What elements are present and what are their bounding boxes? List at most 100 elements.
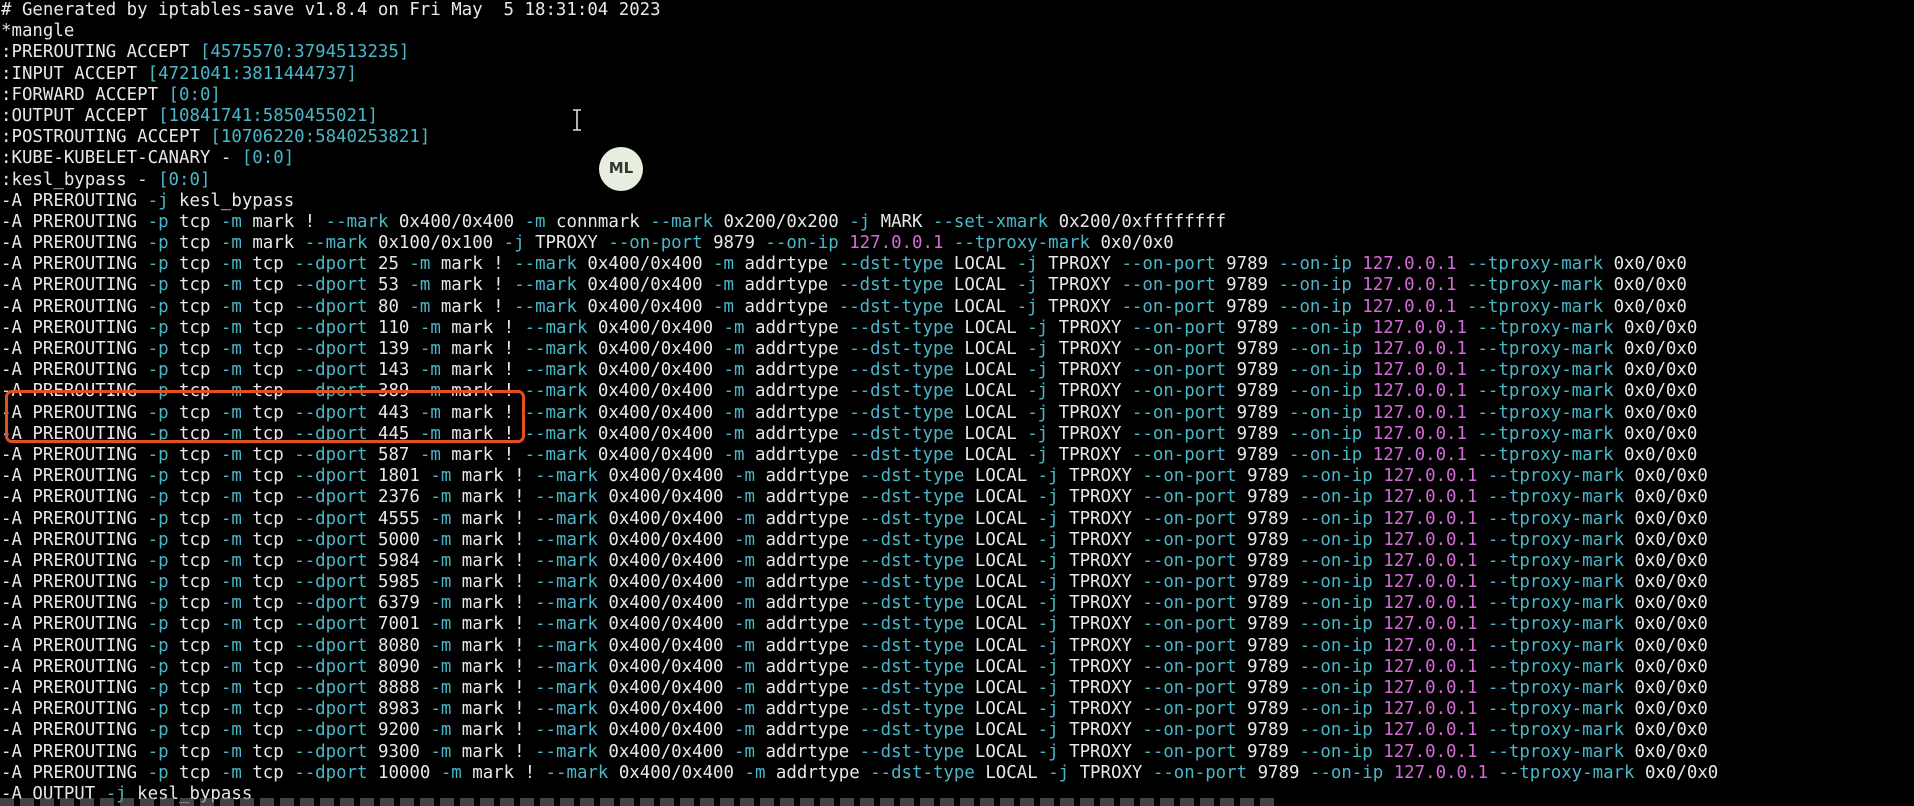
terminal-text-segment: 9789 [1247,762,1310,783]
terminal-text-segment: tcp [241,572,295,593]
terminal-text-segment: -m [220,275,242,296]
terminal-text-segment: --on-ip [1288,402,1363,423]
terminal-text-segment: TPROXY [1058,550,1143,571]
terminal-text-segment: TPROXY [1058,678,1143,698]
terminal-text-segment: -A PREROUTING [1,572,148,593]
terminal-text-segment: --dport [294,296,368,317]
terminal-text-segment: mark ! [451,741,536,762]
terminal-text-segment: -A PREROUTING [1,254,148,275]
terminal-line: -A PREROUTING -p tcp -m tcp --dport 25 -… [1,254,1914,275]
terminal-text-segment: 9789 [1226,423,1289,444]
terminal-text-segment: 1801 [367,466,431,487]
terminal-text-segment: --on-ip [1299,508,1373,529]
terminal-text-segment: 0x400/0x400 [587,360,724,381]
terminal-text-segment: --dst-type [849,444,954,465]
terminal-text-segment: MARK [870,211,933,232]
terminal-text-segment: -j [1037,466,1059,487]
terminal-text-segment: --dport [294,720,368,741]
terminal-text-segment: -m [220,317,242,338]
terminal-text-segment: --on-port [1131,444,1227,465]
text-cursor-icon [572,109,582,131]
terminal-text-segment: 9789 [1236,699,1300,720]
terminal-text-segment: 0x0/0x0 [1603,275,1687,296]
terminal-text-segment: -m [430,720,452,741]
terminal-text-segment: -m [430,508,452,529]
terminal-text-segment: 9789 [1226,339,1289,359]
terminal-text-segment: 0x0/0x0 [1624,572,1708,593]
terminal-text-segment: --on-ip [1299,593,1373,614]
terminal-text-segment: --mark [535,635,598,656]
terminal-text-segment: -j [1037,741,1059,762]
terminal-text-segment: --mark [304,233,368,254]
terminal-text-segment: tcp [168,508,221,529]
terminal-text-segment: tcp [241,762,295,783]
terminal-text-segment: --on-port [1142,466,1237,487]
terminal-text-segment: --on-port [1121,296,1216,317]
terminal-text-segment: 0x400/0x400 [576,296,714,317]
terminal-text-segment: --on-port [1142,678,1237,698]
terminal-text-segment: tcp [241,275,295,296]
terminal-text-segment: TPROXY [1058,466,1143,487]
terminal-text-segment: -A PREROUTING [1,635,148,656]
terminal-text-segment: -A PREROUTING [1,190,148,211]
terminal-text-segment: :PREROUTING ACCEPT [1,42,200,63]
terminal-text-segment: --tproxy-mark [1477,508,1625,529]
terminal-text-segment: --dst-type [859,699,965,720]
terminal-text-segment: --tproxy-mark [1477,635,1625,656]
terminal-text-segment: -m [430,466,452,487]
terminal-text-segment: tcp [168,593,221,614]
terminal-text-segment: tcp [168,339,221,359]
terminal-text-segment: 9789 [1236,466,1300,487]
terminal-text-segment: mark ! [430,254,515,275]
terminal-text-segment: -A PREROUTING [1,444,148,465]
terminal-text-segment: 9789 [1236,741,1300,762]
terminal-text-segment: -m [734,720,755,741]
terminal-text-segment: --mark [535,593,598,614]
terminal-text-segment: --dst-type [859,656,965,677]
terminal-text-segment: --dst-type [859,508,965,529]
terminal-text-segment: 0x400/0x400 [597,487,735,508]
terminal-text-segment: 0x100/0x100 [367,233,504,254]
terminal-text-segment: 9789 [1215,296,1279,317]
terminal-text-segment: 127.0.0.1 [1362,444,1467,465]
avatar[interactable]: ML [599,147,643,191]
terminal-text-segment: 127.0.0.1 [1362,317,1467,338]
terminal-line: :kesl_bypass - [0:0] [1,170,1914,191]
terminal-text-segment: [0:0] [168,84,221,105]
terminal-text-segment: --mark [524,360,588,381]
terminal-text-segment: 9300 [367,741,431,762]
terminal-text-segment: --dst-type [859,529,965,550]
terminal-line: -A PREROUTING -p tcp -m tcp --dport 9200… [1,720,1914,741]
terminal-text-segment: tcp [241,614,295,635]
terminal-text-segment: --tproxy-mark [1477,720,1625,741]
terminal-text-segment: -j [1016,275,1038,296]
terminal-text-segment: 587 [367,444,420,465]
terminal-text-segment: TPROXY [1037,275,1122,296]
terminal-text-segment: -m [419,444,441,465]
terminal-text-segment: --mark [514,275,577,296]
terminal-text-segment: --on-port [1142,741,1237,762]
terminal-text-segment: LOCAL [964,678,1038,698]
terminal-text-segment: LOCAL [964,720,1038,741]
terminal-text-segment: 2376 [367,487,431,508]
terminal-text-segment: 0x0/0x0 [1624,741,1708,762]
terminal-line: -A PREROUTING -p tcp -m mark --mark 0x10… [1,233,1914,254]
terminal-text-segment: 0x400/0x400 [587,317,724,338]
terminal-text-segment: tcp [168,254,221,275]
terminal-text-segment: 0x400/0x400 [576,275,714,296]
terminal-window[interactable]: # Generated by iptables-save v1.8.4 on F… [0,0,1914,806]
terminal-text-segment: --tproxy-mark [1456,296,1604,317]
terminal-text-segment: 0x0/0x0 [1624,678,1708,698]
terminal-text-segment: tcp [241,720,295,741]
terminal-text-segment: --tproxy-mark [1456,254,1604,275]
terminal-text-segment: -m [220,211,242,232]
terminal-text-segment: LOCAL [953,381,1028,402]
terminal-text-segment: 9789 [1236,508,1300,529]
terminal-text-segment: 8983 [367,699,431,720]
terminal-text-segment: LOCAL [964,508,1038,529]
terminal-text-segment: :kesl_bypass - [1,169,159,190]
terminal-text-segment: --on-port [1142,593,1237,614]
terminal-text-segment: TPROXY [1048,339,1132,359]
terminal-text-segment: -m [723,381,745,402]
terminal-text-segment: mark ! [461,762,546,783]
